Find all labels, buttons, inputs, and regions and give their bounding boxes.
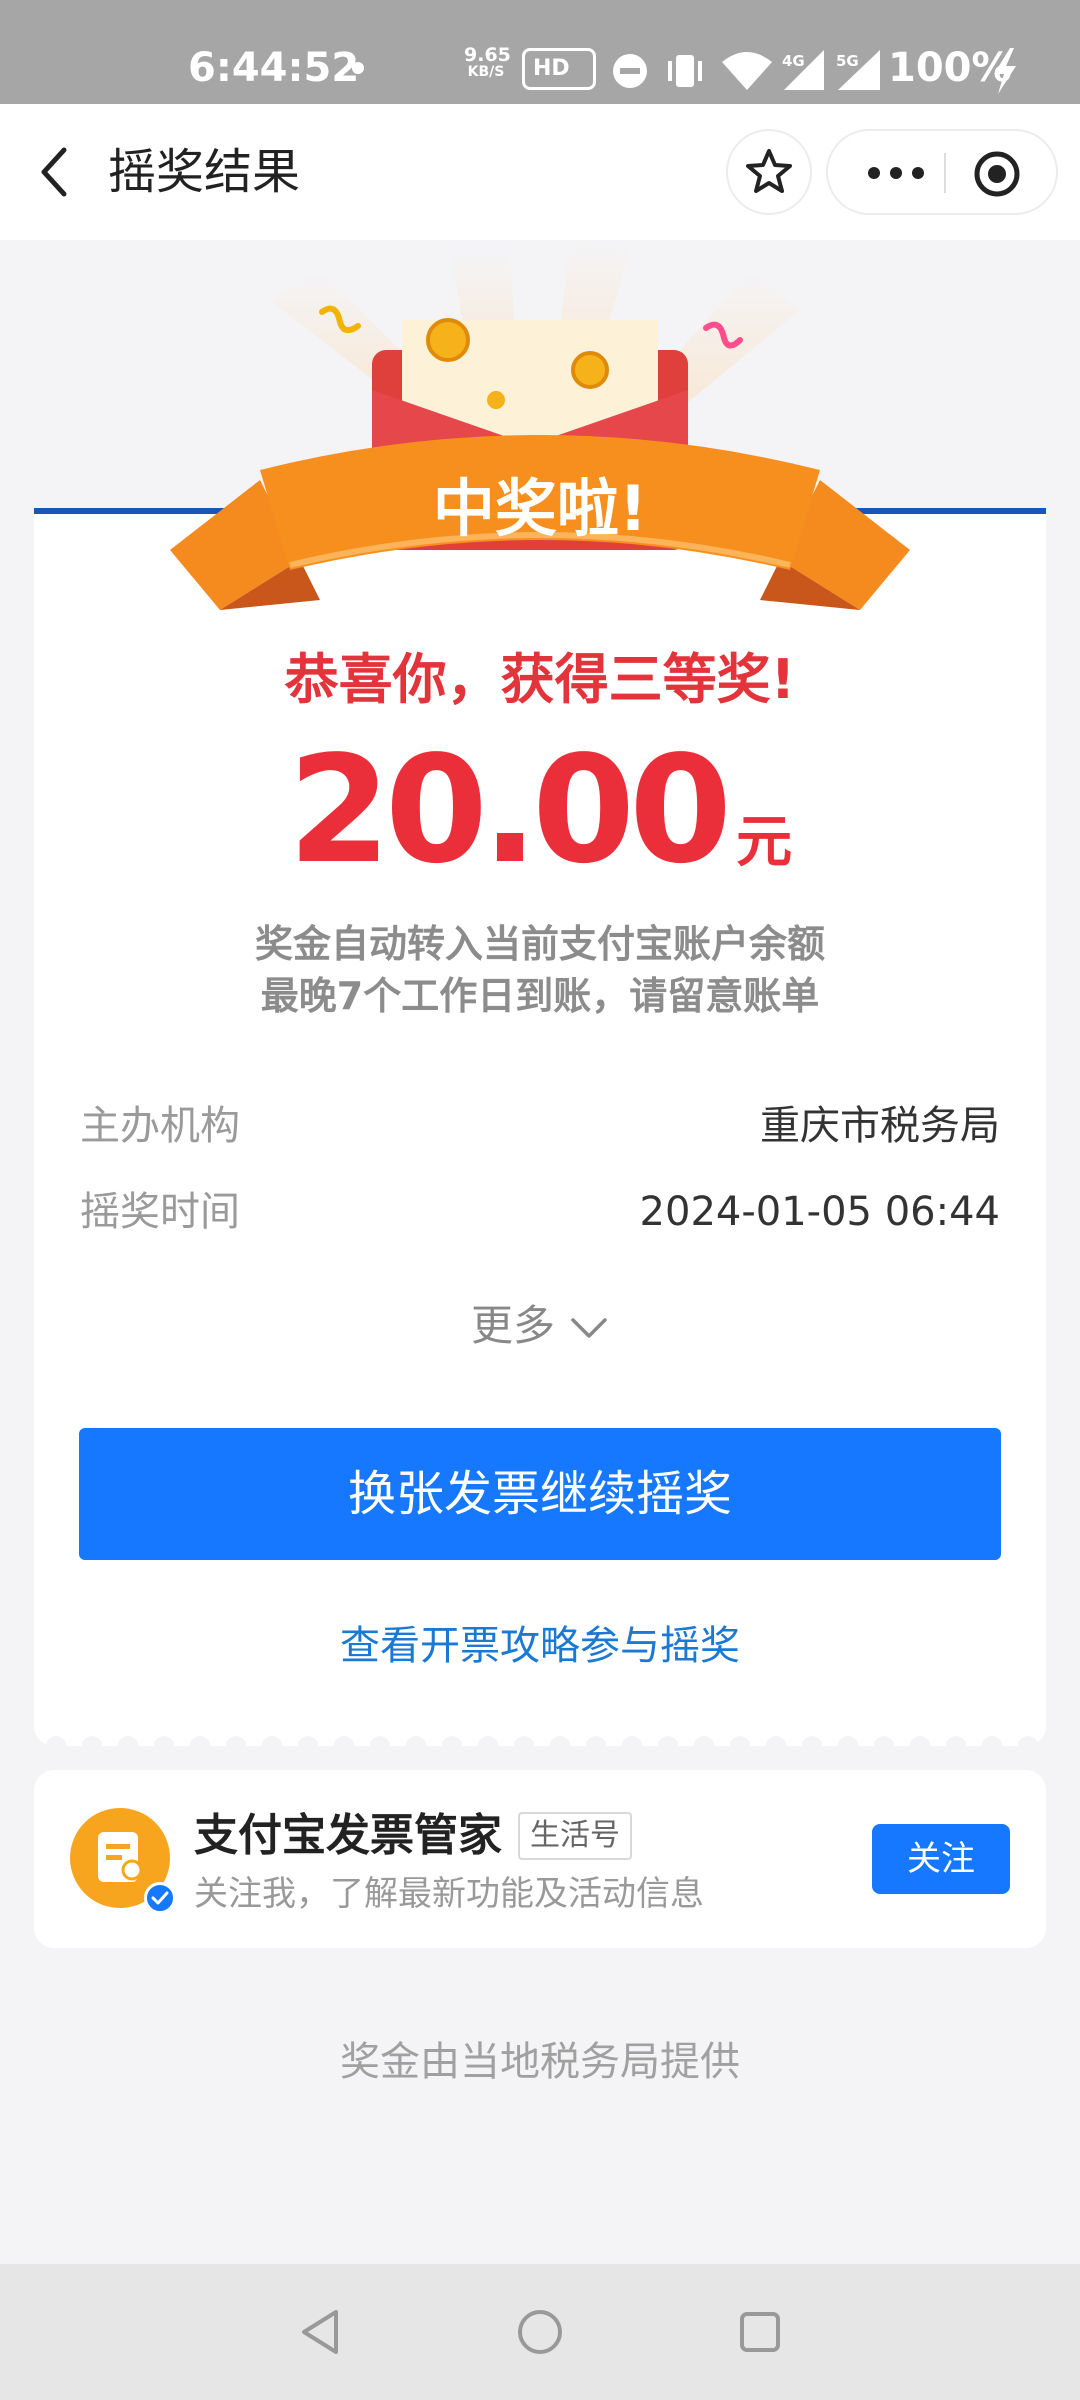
scallop-notch (406, 1736, 426, 1746)
avatar[interactable] (70, 1808, 176, 1914)
draw-time-label: 摇奖时间 (80, 1189, 240, 1235)
scallop-notch (334, 1736, 354, 1746)
svg-text:4G: 4G (782, 52, 805, 70)
scallop-notch (1018, 1736, 1038, 1746)
draw-time-value: 2024-01-05 06:44 (639, 1189, 1000, 1235)
scallop-notch (226, 1736, 246, 1746)
scallop-notch (190, 1736, 210, 1746)
scallop-notch (694, 1736, 714, 1746)
scallop-notch (118, 1736, 138, 1746)
payout-note-line2: 最晚7个工作日到账，请留意账单 (260, 974, 820, 1018)
more-toggle-label: 更多 (470, 1301, 555, 1350)
scallop-notch (730, 1736, 750, 1746)
scallop-notch (658, 1736, 678, 1746)
star-icon (746, 149, 792, 193)
account-name: 支付宝发票管家 (194, 1810, 502, 1861)
system-nav-bar (0, 2264, 1080, 2400)
favorite-button[interactable] (726, 129, 812, 215)
hd-voice-badge: HD (522, 48, 596, 90)
payout-note-line1: 奖金自动转入当前支付宝账户余额 (254, 922, 825, 966)
footer-note: 奖金由当地税务局提供 (340, 2039, 740, 2085)
prize-amount: 20.00 元 (0, 736, 1080, 884)
do-not-disturb-icon (613, 54, 647, 88)
follow-button[interactable]: 关注 (872, 1824, 1010, 1894)
scallop-notch (298, 1736, 318, 1746)
back-arrow-icon[interactable] (30, 140, 94, 204)
wifi-icon (722, 52, 772, 90)
scallop-notch (982, 1736, 1002, 1746)
follow-card: 支付宝发票管家 生活号 关注我，了解最新功能及活动信息 关注 (34, 1770, 1046, 1948)
scallop-notch (946, 1736, 966, 1746)
battery-level: 100% (888, 45, 1012, 91)
network-speed: 9.65 KB/S (464, 44, 511, 81)
vibrate-icon (668, 55, 702, 87)
scallop-notch (802, 1736, 822, 1746)
account-type-badge: 生活号 (518, 1812, 632, 1860)
chevron-down-icon (571, 1317, 607, 1338)
scallop-notch (442, 1736, 462, 1746)
invoice-guide-link[interactable]: 查看开票攻略参与摇奖 (0, 1616, 1080, 1676)
scallop-notch (838, 1736, 858, 1746)
banner-text: 中奖啦! (433, 472, 647, 545)
scallop-notch (874, 1736, 894, 1746)
status-time: 6:44:52 (188, 45, 360, 91)
more-toggle[interactable]: 更多 (440, 1296, 640, 1356)
signal-5g-icon: 5G (836, 50, 880, 90)
nav-back-icon[interactable] (290, 2300, 354, 2364)
scallop-notch (478, 1736, 498, 1746)
miniapp-capsule (826, 129, 1058, 215)
nav-recents-icon[interactable] (728, 2300, 792, 2364)
prize-amount-unit: 元 (736, 810, 793, 875)
more-dots-icon[interactable] (864, 153, 928, 193)
account-description: 关注我，了解最新功能及活动信息 (194, 1874, 704, 1914)
scallop-notch (370, 1736, 390, 1746)
svg-text:5G: 5G (836, 52, 859, 70)
title-bar: 摇奖结果 (0, 104, 1080, 240)
notification-dot-icon (352, 62, 364, 74)
close-target-icon[interactable] (972, 149, 1022, 199)
prize-amount-value: 20.00 (287, 724, 732, 896)
scallop-notch (262, 1736, 282, 1746)
status-bar: 6:44:52 9.65 KB/S HD 4G 5G 100% (0, 0, 1080, 104)
card-scallop-edge (46, 1736, 1038, 1746)
scallop-notch (46, 1736, 66, 1746)
nav-home-icon[interactable] (508, 2300, 572, 2364)
scallop-notch (154, 1736, 174, 1746)
page-title: 摇奖结果 (108, 144, 301, 200)
scallop-notch (550, 1736, 570, 1746)
congrats-text: 恭喜你，获得三等奖! (284, 648, 796, 711)
scallop-notch (622, 1736, 642, 1746)
scallop-notch (82, 1736, 102, 1746)
signal-4g-icon: 4G (782, 50, 824, 90)
network-speed-value: 9.65 (464, 44, 511, 66)
scallop-notch (910, 1736, 930, 1746)
scallop-notch (766, 1736, 786, 1746)
organizer-label: 主办机构 (80, 1103, 240, 1149)
capsule-divider (944, 153, 946, 193)
network-speed-unit: KB/S (467, 64, 505, 80)
scallop-notch (514, 1736, 534, 1746)
verified-badge-icon (144, 1882, 176, 1914)
scallop-notch (586, 1736, 606, 1746)
continue-lottery-button[interactable]: 换张发票继续摇奖 (79, 1428, 1001, 1560)
organizer-value: 重庆市税务局 (760, 1103, 1000, 1149)
prize-illustration: 中奖啦! (170, 240, 910, 610)
